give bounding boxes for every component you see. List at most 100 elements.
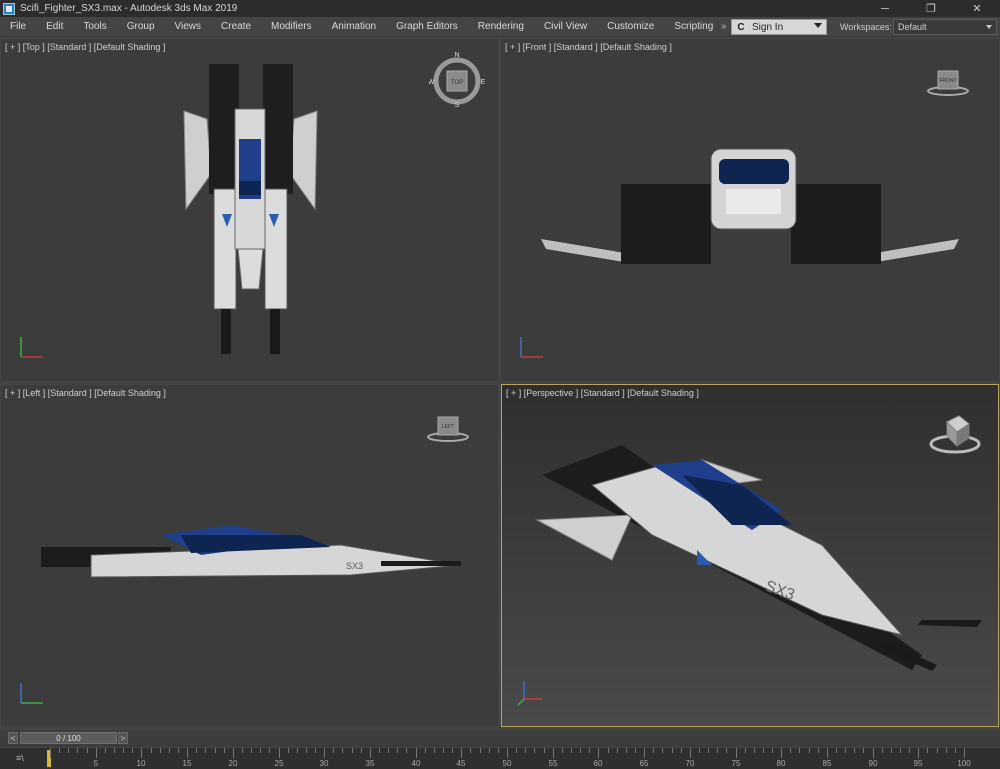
ruler-tick [160, 748, 161, 753]
menu-file[interactable]: File [0, 21, 36, 32]
viewport-top[interactable]: [ + ] [Top ] [Standard ] [Default Shadin… [1, 39, 498, 381]
ruler-tick [397, 748, 398, 753]
viewcube-face-label: LEFT [442, 424, 454, 430]
ruler-tick [918, 748, 919, 758]
viewcube-face-label: TOP [451, 80, 463, 86]
model-top-view [183, 64, 318, 354]
ruler-tick [781, 748, 782, 758]
app-icon[interactable] [3, 2, 15, 15]
ruler-tick [169, 748, 170, 753]
viewcube-front[interactable]: FRONT [926, 69, 970, 99]
ruler-tick [534, 748, 535, 753]
menu-modifiers[interactable]: Modifiers [261, 21, 322, 32]
ruler-tick [260, 748, 261, 753]
menu-graph-editors[interactable]: Graph Editors [386, 21, 468, 32]
viewcube-left[interactable]: LEFT [426, 415, 470, 445]
ruler-tick [141, 748, 142, 758]
menu-create[interactable]: Create [211, 21, 261, 32]
maximize-button[interactable]: ❐ [908, 0, 954, 17]
chevron-down-icon [814, 23, 822, 28]
compass-s-label: S [455, 102, 460, 107]
ruler-tick-label: 45 [456, 759, 466, 768]
model-perspective-view: SX3 [535, 445, 982, 671]
menu-overflow-button[interactable]: » [721, 21, 727, 32]
ruler-tick [406, 748, 407, 753]
ruler-tick [736, 748, 737, 758]
ruler-tick [434, 748, 435, 753]
menu-group[interactable]: Group [117, 21, 165, 32]
ruler-tick [288, 748, 289, 753]
viewport-front[interactable]: [ + ] [Front ] [Standard ] [Default Shad… [501, 39, 999, 381]
ruler-tick-label: 70 [685, 759, 695, 768]
ruler-tick [132, 748, 133, 753]
ruler-tick [196, 748, 197, 753]
ruler-tick [269, 748, 270, 753]
ruler-tick [754, 748, 755, 753]
ruler-tick [480, 748, 481, 753]
ruler-tick [114, 748, 115, 753]
minimize-button[interactable]: ─ [862, 0, 908, 17]
ruler-tick [242, 748, 243, 753]
viewport-left[interactable]: [ + ] [Left ] [Standard ] [Default Shadi… [1, 385, 498, 726]
close-button[interactable]: ✕ [954, 0, 1000, 17]
ruler-tick [644, 748, 645, 758]
ruler-tick [836, 748, 837, 753]
ruler-tick [416, 748, 417, 758]
axis-tripod-icon [520, 337, 543, 358]
ruler-tick [178, 748, 179, 753]
ruler-tick-label: 5 [93, 759, 99, 768]
ruler-tick [342, 748, 343, 753]
ruler-tick [672, 748, 673, 753]
ruler-tick [224, 748, 225, 753]
ruler-tick [690, 748, 691, 758]
ruler-tick-label: 65 [639, 759, 649, 768]
ruler-tick-label: 50 [502, 759, 512, 768]
restore-icon: ❐ [926, 3, 936, 15]
ruler-tick [59, 748, 60, 753]
menu-rendering[interactable]: Rendering [468, 21, 534, 32]
ruler-tick [790, 748, 791, 753]
menu-scripting[interactable]: Scripting [664, 21, 723, 32]
ruler-tick [498, 748, 499, 753]
ruler-tick [187, 748, 188, 758]
ruler-tick-label: 75 [731, 759, 741, 768]
track-bar[interactable]: ≡\ 5 10 15 20 25 30 35 40 45 50 55 60 65 70 75 80 85 90 95… [0, 748, 1000, 769]
ruler-tick [589, 748, 590, 753]
workspace-select[interactable]: Default [893, 19, 997, 35]
viewport-perspective[interactable]: [ + ] [Perspective ] [Standard ] [Defaul… [501, 384, 999, 727]
sign-in-label: Sign In [752, 21, 784, 33]
compass-ring-icon: TOP N S E W [428, 52, 486, 109]
menu-customize[interactable]: Customize [597, 21, 664, 32]
time-slider[interactable]: < 0 / 100 > [0, 730, 1000, 747]
menu-civil-view[interactable]: Civil View [534, 21, 597, 32]
time-slider-thumb[interactable]: 0 / 100 [20, 732, 117, 744]
menu-edit[interactable]: Edit [36, 21, 73, 32]
ruler-tick-label: 60 [593, 759, 603, 768]
ruler-tick-label: 80 [776, 759, 786, 768]
ruler-tick-label: 90 [868, 759, 878, 768]
ruler-tick [818, 748, 819, 753]
ruler-tick [489, 748, 490, 753]
user-icon: C [737, 21, 745, 33]
ruler-tick [443, 748, 444, 753]
hull-marking-label: SX3 [346, 561, 363, 571]
ruler-tick [461, 748, 462, 758]
ruler-tick [352, 748, 353, 753]
menu-views[interactable]: Views [165, 21, 212, 32]
ruler-tick [882, 748, 883, 753]
viewcube-perspective[interactable] [927, 410, 983, 458]
time-next-button[interactable]: > [118, 732, 128, 744]
ruler-tick-label: 30 [319, 759, 329, 768]
ruler-tick [726, 748, 727, 753]
viewcube-top[interactable]: TOP N S E W [428, 51, 486, 109]
ruler-tick [361, 748, 362, 753]
menu-tools[interactable]: Tools [73, 21, 116, 32]
ruler-tick [68, 748, 69, 753]
sign-in-dropdown[interactable]: C Sign In [731, 19, 827, 35]
ruler-tick [96, 748, 97, 758]
workspaces-label: Workspaces: [840, 22, 892, 32]
menu-animation[interactable]: Animation [322, 21, 386, 32]
time-prev-button[interactable]: < [8, 732, 18, 744]
curve-editor-icon[interactable]: ≡\ [16, 753, 24, 763]
workspace-value: Default [898, 22, 927, 32]
